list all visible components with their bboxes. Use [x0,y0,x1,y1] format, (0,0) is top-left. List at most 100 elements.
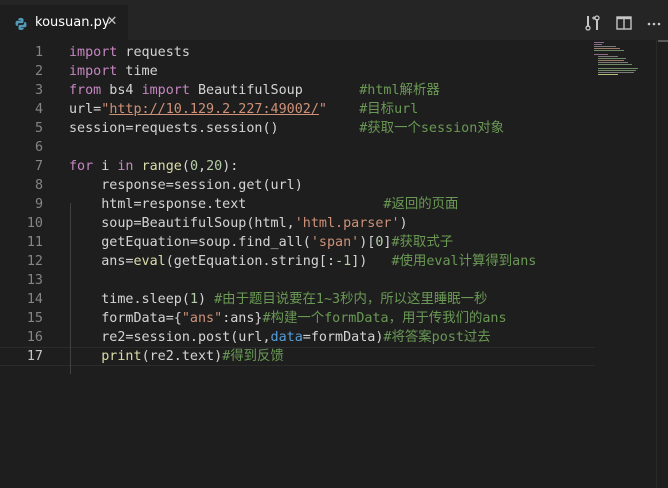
code-token: time [117,64,158,79]
split-editor-icon[interactable] [615,14,633,32]
code-token: html=response.text [69,197,384,212]
code-token: "ans" [181,311,223,326]
code-token: re2=session.post(url, [69,330,271,345]
code-line[interactable]: 1 import requests [0,43,595,62]
code-token: ) [399,216,408,231]
code-token: bs4 [101,83,142,98]
code-text: import time [69,62,158,81]
code-token: formData={ [69,311,182,326]
more-actions-icon[interactable] [645,14,663,32]
code-line[interactable]: 2 import time [0,62,595,81]
indent-guide [70,203,71,374]
code-line[interactable]: 13 [0,271,595,290]
code-token: =formData) [302,330,384,345]
code-text: response=session.get(url) [69,176,303,195]
line-number: 15 [26,311,43,326]
open-changes-icon[interactable] [584,14,602,32]
code-token: print [101,349,142,364]
code-token: i [93,159,118,174]
code-line[interactable]: 15 formData={"ans":ans}#构建一个formData，用于传… [0,309,595,328]
code-text: import requests [69,43,190,62]
code-token: #将答案post过去 [383,330,491,345]
code-line[interactable]: 9 html=response.text #返回的页面 [0,195,595,214]
code-token: " [318,102,327,117]
code-line[interactable]: 11 getEquation=soup.find_all('span')[0]#… [0,233,595,252]
code-token: 'html.parser' [294,216,400,231]
vertical-scrollbar[interactable] [656,40,668,488]
code-line[interactable]: 5 session=requests.session() #获取一个session… [0,119,595,138]
line-number: 9 [34,197,43,212]
line-number: 1 [34,45,43,60]
line-number: 13 [26,273,43,288]
line-number: 11 [26,235,43,250]
code-token: #获取式子 [391,235,454,250]
code-token: #构建一个formData，用于传我们的ans [262,311,507,326]
code-line[interactable]: 10 soup=BeautifulSoup(html,'html.parser'… [0,214,595,233]
code-line[interactable]: 3 from bs4 import BeautifulSoup #html解析器 [0,81,595,100]
code-editor[interactable]: 1 import requests 2 import time 3 from bs4 im… [0,40,668,488]
code-text: re2=session.post(url,data=formData)#将答案p… [69,328,491,347]
tab-label: kousuan.py [35,15,110,30]
code-text: from bs4 import BeautifulSoup #html解析器 [69,81,440,100]
code-token: (getEquation.string[: [165,254,336,269]
code-token: ): [222,159,239,174]
code-token: ( [181,159,190,174]
code-token: (re2.text) [141,349,223,364]
code-line[interactable]: 4 url="http://10.129.2.227:49002/" #目标url [0,100,595,119]
line-number: 2 [34,64,43,79]
scroll-marker [658,40,668,42]
line-number: 7 [34,159,43,174]
line-number: 3 [34,83,43,98]
line-number: 12 [26,254,43,269]
code-line[interactable]: 7 for i in range(0,20): [0,157,595,176]
code-token: getEquation=soup.find_all( [69,235,311,250]
code-line[interactable]: 17 print(re2.text)#得到反馈 [0,347,595,366]
code-token: 'span' [310,235,360,250]
close-icon[interactable]: ✕ [104,14,120,30]
code-token: #使用eval计算得到ans [391,254,537,269]
code-token: 0 [189,159,198,174]
code-line[interactable]: 8 response=session.get(url) [0,176,595,195]
tab-kousuan-py[interactable]: kousuan.py ✕ [0,5,128,40]
code-token: 20 [206,159,223,174]
code-token: for [69,159,94,174]
code-token: in [117,159,134,174]
code-token: )[ [359,235,376,250]
code-line[interactable]: 12 ans=eval(getEquation.string[:-1]) #使用… [0,252,595,271]
code-token: 1 [189,292,198,307]
code-token: import [69,64,118,79]
code-token: #由于题目说要在1~3秒内，所以这里睡眠一秒 [214,292,488,307]
code-token: requests [117,45,190,60]
line-number: 17 [26,349,43,364]
code-token: BeautifulSoup [189,83,360,98]
code-token: import [141,83,190,98]
code-token: #获取一个session对象 [359,121,505,136]
code-token: eval [133,254,166,269]
code-text: formData={"ans":ans}#构建一个formData，用于传我们的… [69,309,507,328]
code-token: http://10.129.2.227:49002/ [109,102,319,117]
code-line[interactable]: 6 [0,138,595,157]
code-token: ]) [351,254,392,269]
code-token: soup=BeautifulSoup(html, [69,216,295,231]
code-text: url="http://10.129.2.227:49002/" #目标url [69,100,418,119]
line-number: 4 [34,102,43,117]
code-token: -1 [335,254,352,269]
code-token: from [69,83,102,98]
code-token: #返回的页面 [383,197,459,212]
code-text: print(re2.text)#得到反馈 [69,348,284,365]
code-token: #目标url [359,102,419,117]
minimap[interactable] [592,40,652,80]
python-file-icon [14,16,28,30]
code-line[interactable]: 14 time.sleep(1) #由于题目说要在1~3秒内，所以这里睡眠一秒 [0,290,595,309]
code-token: response=session.get(url) [69,178,303,193]
code-line[interactable]: 16 re2=session.post(url,data=formData)#将… [0,328,595,347]
line-number: 10 [26,216,43,231]
code-text: getEquation=soup.find_all('span')[0]#获取式… [69,233,453,252]
tab-bar: kousuan.py ✕ [0,5,668,40]
code-token: import [69,45,118,60]
line-number: 5 [34,121,43,136]
code-text: session=requests.session() #获取一个session对… [69,119,504,138]
